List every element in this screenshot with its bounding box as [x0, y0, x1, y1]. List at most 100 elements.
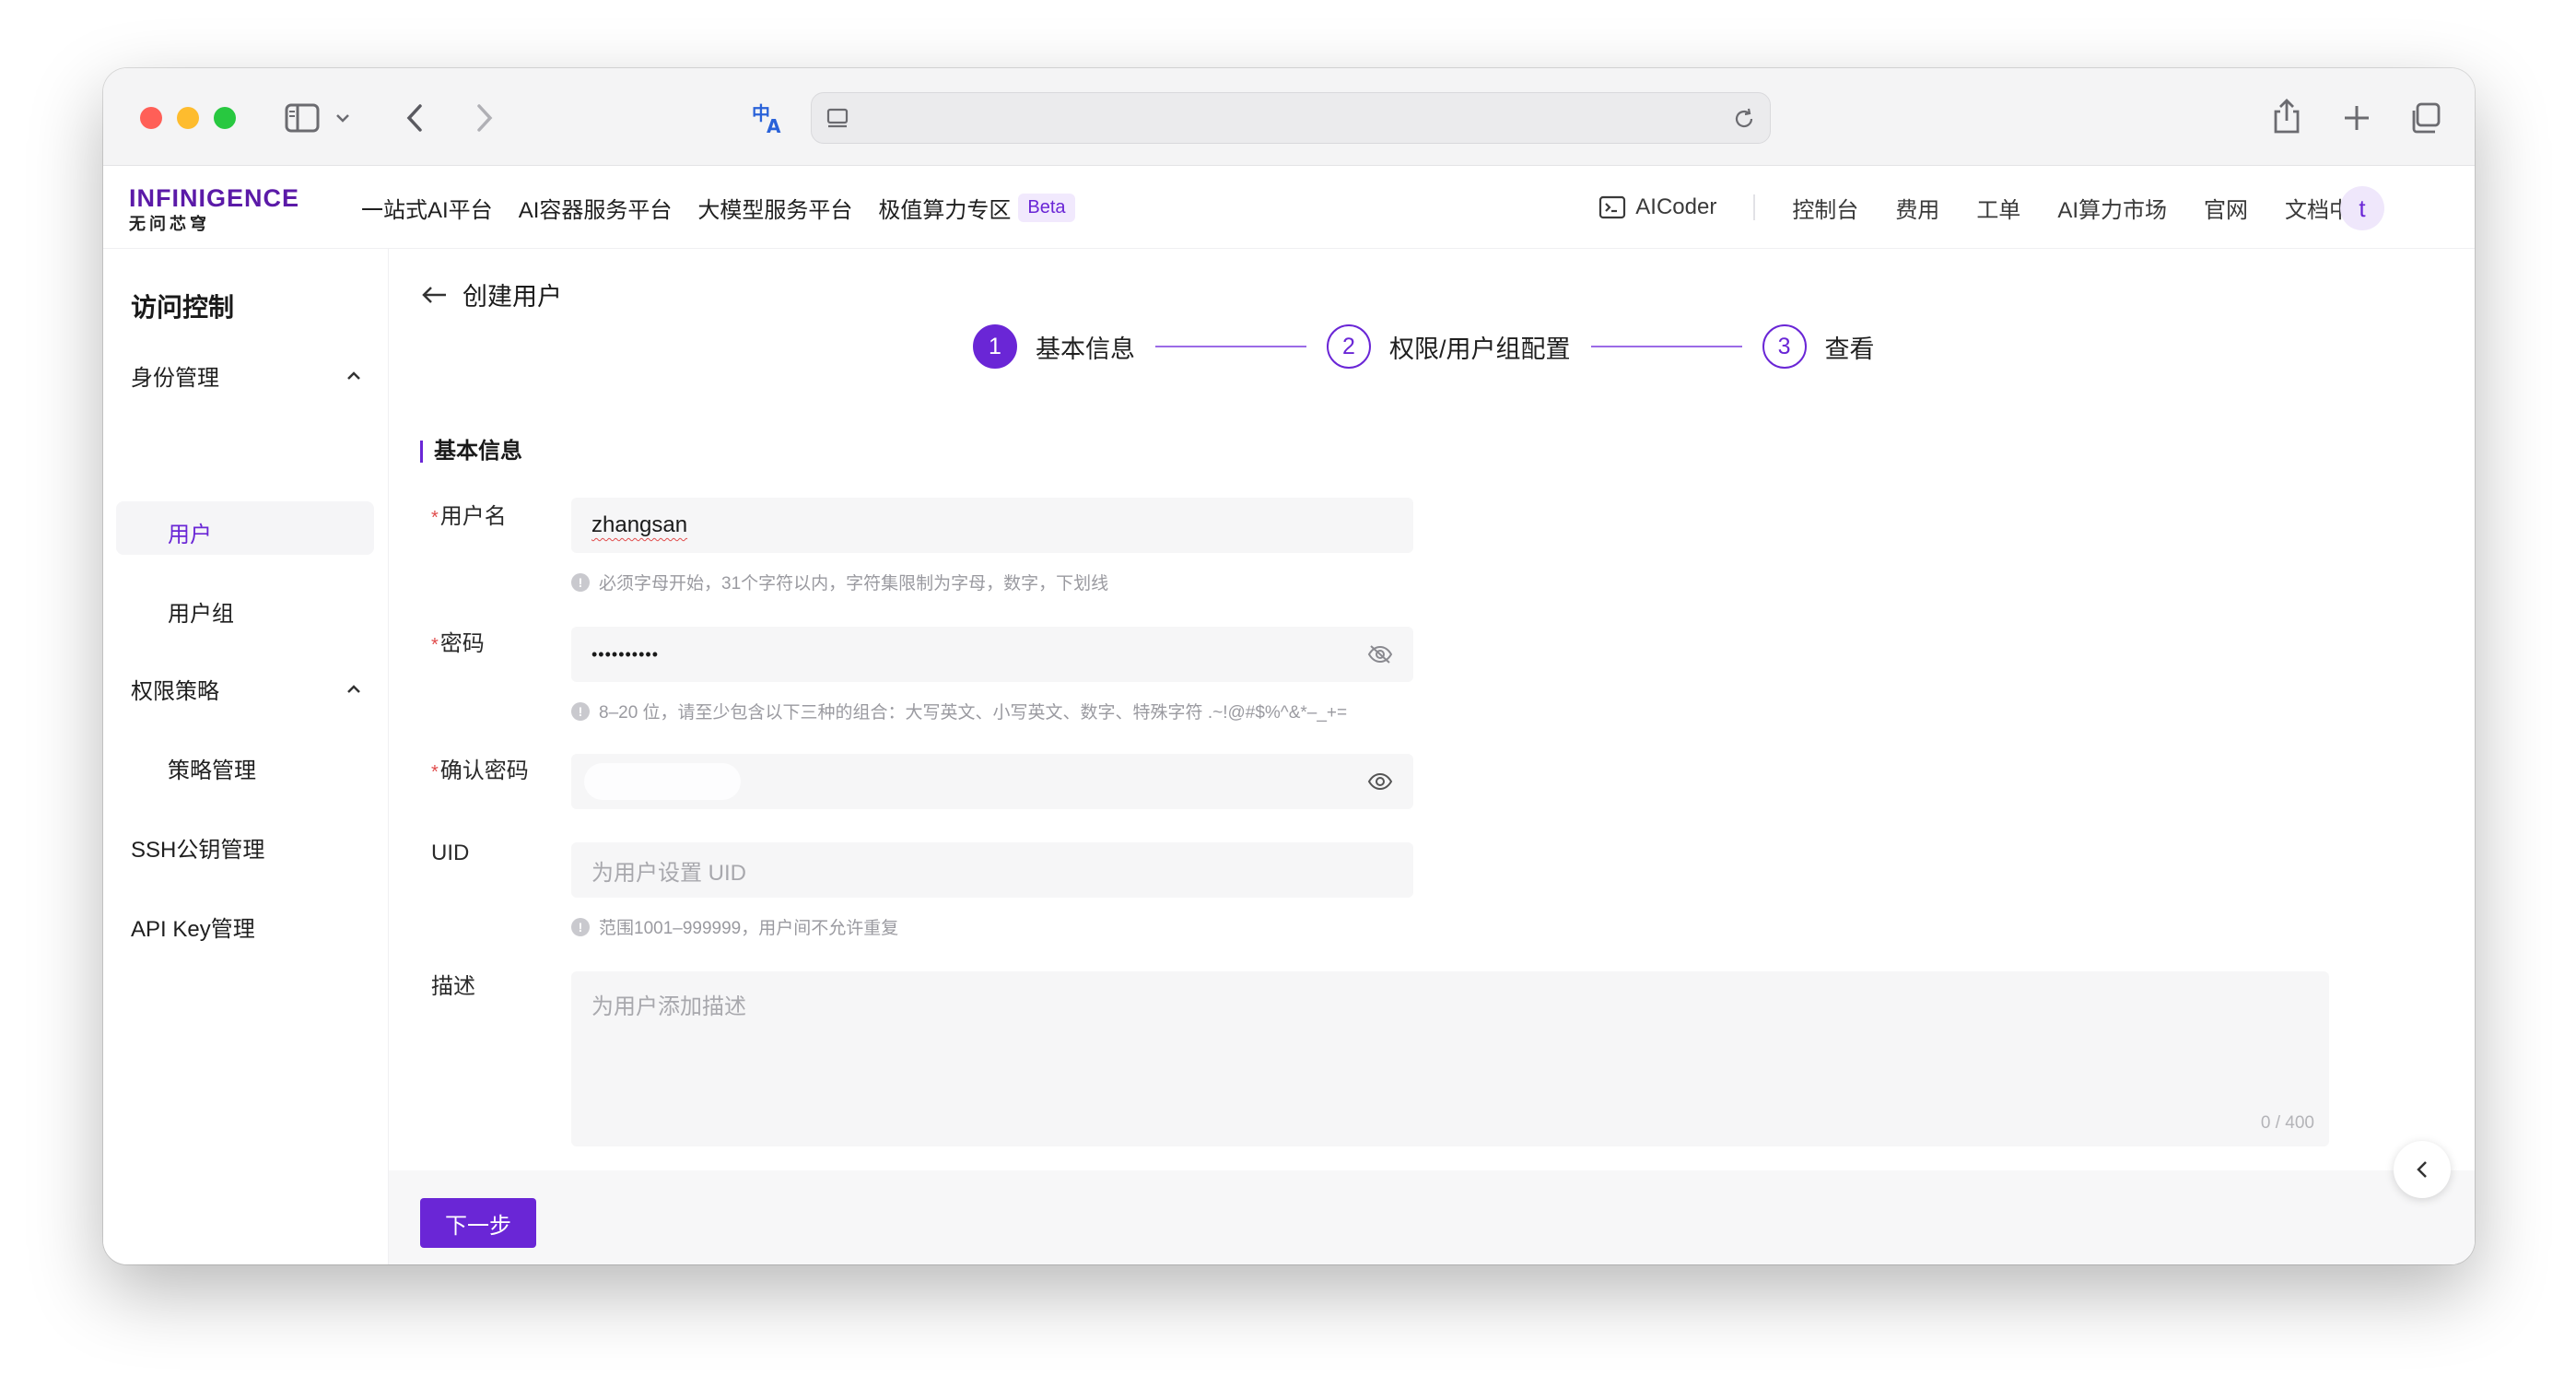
back-arrow-icon[interactable]: [420, 284, 448, 306]
step-3-label: 查看: [1824, 335, 1875, 363]
sidebar-item-label: 用户: [168, 523, 212, 547]
required-marker: *: [431, 635, 439, 655]
username-hint-text: 必须字母开始，31个字符以内，字符集限制为字母，数字，下划线: [599, 574, 1109, 594]
minimize-window-button[interactable]: [177, 107, 199, 129]
sidebar-title: 访问控制: [131, 293, 235, 322]
chevron-down-icon[interactable]: [334, 109, 352, 127]
nav-item-container-platform[interactable]: AI容器服务平台: [519, 192, 673, 224]
logo-subtext: 无问芯穹: [129, 215, 210, 233]
section-title: 基本信息: [420, 441, 522, 463]
chevron-up-icon: [347, 370, 360, 380]
address-bar[interactable]: [811, 92, 1771, 144]
nav-divider: [1753, 194, 1756, 220]
back-nav-icon[interactable]: [396, 100, 433, 136]
sidebar-item-api-keys[interactable]: API Key管理: [131, 911, 255, 943]
nav-item-marketplace[interactable]: AI算力市场: [2057, 192, 2167, 224]
logo-text: INFINIGENCE: [129, 184, 300, 212]
chevron-up-icon: [347, 684, 360, 693]
uid-input[interactable]: 为用户设置 UID: [571, 842, 1413, 898]
sidebar-group-policies[interactable]: 权限策略: [131, 673, 361, 705]
confirm-password-input[interactable]: [571, 754, 1413, 809]
username-value: zhangsan: [591, 512, 688, 537]
sidebar-group-identity[interactable]: 身份管理: [131, 359, 361, 392]
nav-item-console[interactable]: 控制台: [1792, 192, 1858, 224]
step-2-label: 权限/用户组配置: [1389, 335, 1571, 363]
utility-menu: AICoder 控制台 费用 工单 AI算力市场 官网 文档中心: [1598, 166, 2373, 249]
page-title: 创建用户: [463, 283, 562, 311]
translate-icon[interactable]: 中A: [748, 98, 789, 138]
password-hint-text: 8–20 位，请至少包含以下三种的组合：大写英文、小写英文、数字、特殊字符 .~…: [599, 703, 1348, 723]
step-1-indicator: 1: [973, 324, 1017, 369]
sidebar-item-policy-management[interactable]: 策略管理: [168, 752, 256, 784]
nav-item-website[interactable]: 官网: [2204, 192, 2248, 224]
nav-item-tickets[interactable]: 工单: [1976, 192, 2020, 224]
main-content: 创建用户 1 基本信息 2 权限/用户组配置 3 查看 基本信息 *用户名 zh…: [389, 249, 2475, 1264]
step-2-indicator: 2: [1327, 324, 1371, 369]
tab-overview-icon[interactable]: [2405, 98, 2445, 138]
chevron-left-icon: [2417, 1161, 2427, 1178]
aicoder-link[interactable]: AICoder: [1598, 194, 1716, 220]
username-input[interactable]: zhangsan: [571, 498, 1413, 553]
description-placeholder: 为用户添加描述: [591, 994, 746, 1019]
nav-item-ai-platform[interactable]: 一站式AI平台: [361, 192, 493, 224]
collapse-panel-button[interactable]: [2394, 1141, 2451, 1198]
password-label-text: 密码: [439, 631, 485, 656]
required-marker: *: [431, 762, 439, 782]
sidebar-group-label: 身份管理: [131, 366, 219, 391]
page-header: 创建用户: [420, 276, 562, 312]
sidebar: 访问控制 身份管理 用户 用户组 权限策略 策略管理 SSH公钥管理 API K…: [103, 249, 389, 1264]
terminal-icon: [1599, 195, 1626, 219]
step-3-indicator: 3: [1762, 324, 1807, 369]
reload-icon[interactable]: [1729, 104, 1759, 134]
page-icon: [823, 104, 852, 134]
step-connector: [1155, 346, 1306, 347]
share-icon[interactable]: [2266, 94, 2307, 138]
sidebar-group-label: 权限策略: [131, 679, 219, 704]
sidebar-item-user-groups[interactable]: 用户组: [168, 595, 234, 628]
uid-label: UID: [431, 841, 470, 865]
password-label: *密码: [431, 625, 485, 657]
browser-toolbar: 中A: [103, 68, 2475, 166]
forward-nav-icon[interactable]: [466, 100, 503, 136]
nav-item-compute-zone[interactable]: 极值算力专区: [878, 192, 1011, 224]
sidebar-item-users[interactable]: 用户: [116, 501, 374, 555]
avatar[interactable]: t: [2340, 186, 2384, 230]
step-connector: [1590, 346, 1742, 347]
next-step-button[interactable]: 下一步: [420, 1198, 536, 1248]
sidebar-toggle-icon[interactable]: [284, 100, 321, 136]
info-icon: !: [571, 572, 590, 592]
stepper: 1 基本信息 2 权限/用户组配置 3 查看: [973, 324, 1875, 369]
eye-icon[interactable]: [1367, 771, 1393, 792]
eye-off-icon[interactable]: [1367, 644, 1393, 664]
browser-window: 中A INFINIGENCE 无问芯穹 一站式AI平台 AI容器服务平台 大模型…: [103, 68, 2475, 1264]
username-hint: ! 必须字母开始，31个字符以内，字符集限制为字母，数字，下划线: [571, 570, 1108, 594]
info-icon: !: [571, 701, 590, 721]
description-textarea[interactable]: 为用户添加描述 0 / 400: [571, 971, 2329, 1146]
username-label-text: 用户名: [439, 504, 507, 529]
new-tab-icon[interactable]: [2336, 98, 2377, 138]
nav-item-billing[interactable]: 费用: [1895, 192, 1939, 224]
brand-logo[interactable]: INFINIGENCE 无问芯穹: [129, 184, 299, 235]
password-input[interactable]: ••••••••••: [571, 627, 1413, 682]
password-value: ••••••••••: [591, 644, 660, 664]
close-window-button[interactable]: [140, 107, 162, 129]
uid-hint: ! 范围1001–999999，用户间不允许重复: [571, 914, 898, 939]
info-icon: !: [571, 917, 590, 936]
uid-placeholder: 为用户设置 UID: [591, 860, 746, 886]
maximize-window-button[interactable]: [214, 107, 236, 129]
product-menu: 一站式AI平台 AI容器服务平台 大模型服务平台 极值算力专区 Beta: [361, 166, 1075, 249]
aicoder-label: AICoder: [1635, 194, 1717, 219]
top-navigation: INFINIGENCE 无问芯穹 一站式AI平台 AI容器服务平台 大模型服务平…: [103, 166, 2475, 249]
username-label: *用户名: [431, 498, 507, 530]
description-label: 描述: [431, 974, 475, 999]
uid-hint-text: 范围1001–999999，用户间不允许重复: [599, 919, 899, 938]
form-footer: [389, 1170, 2475, 1264]
confirm-password-label: *确认密码: [431, 752, 529, 784]
nav-item-model-platform[interactable]: 大模型服务平台: [697, 192, 852, 224]
beta-badge: Beta: [1018, 193, 1075, 222]
autofill-highlight: [584, 763, 741, 800]
required-marker: *: [431, 508, 439, 528]
svg-text:A: A: [767, 115, 781, 136]
password-hint: ! 8–20 位，请至少包含以下三种的组合：大写英文、小写英文、数字、特殊字符 …: [571, 699, 1347, 723]
sidebar-item-ssh-keys[interactable]: SSH公钥管理: [131, 831, 264, 864]
